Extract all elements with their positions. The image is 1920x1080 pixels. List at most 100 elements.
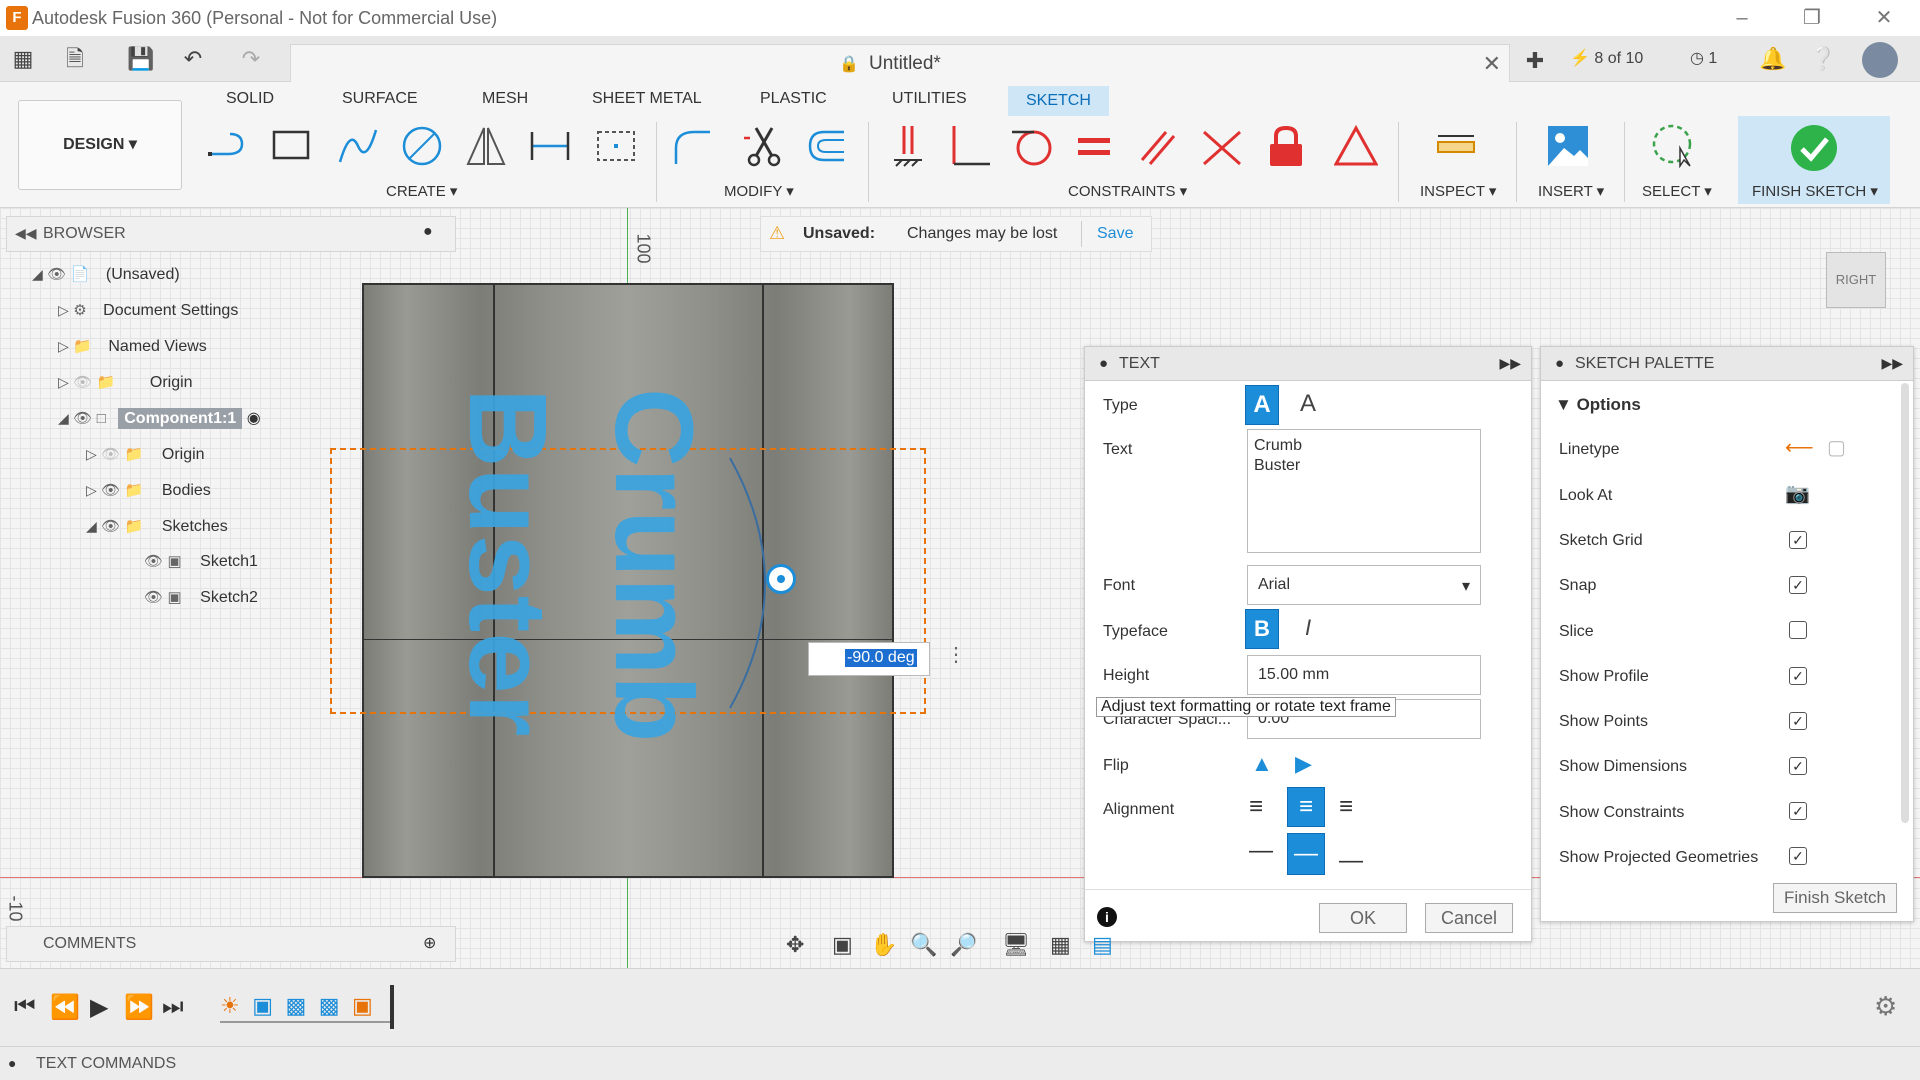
eye-icon[interactable]: 👁 [101,482,120,499]
height-input[interactable]: 15.00 mm [1247,655,1481,695]
redo-icon[interactable]: ↷ [236,44,266,74]
save-link[interactable]: Save [1097,225,1133,243]
expand-icon[interactable]: ▷ [58,338,69,354]
viewports-icon[interactable]: ▤ [1092,932,1113,958]
show-projected-geometries-checkbox[interactable]: ✓ [1789,847,1807,865]
options-section[interactable]: ▼ Options [1555,395,1641,415]
create-group-label[interactable]: CREATE ▾ [386,182,457,200]
look-at-icon[interactable]: 📷 [1785,481,1810,506]
pan-hand-icon[interactable]: ✋ [870,932,897,958]
extrude-feature-icon[interactable]: ▩ [285,993,306,1018]
coincident-constraint-icon[interactable] [1200,124,1244,168]
tab-surface[interactable]: SURFACE [342,90,418,108]
tab-mesh[interactable]: MESH [482,90,528,108]
eye-icon[interactable]: 👁 [47,266,66,283]
perpendicular-constraint-icon[interactable] [948,124,992,168]
inspect-group-label[interactable]: INSPECT ▾ [1420,182,1496,200]
settings-gear-icon[interactable]: ⚙ [1874,991,1897,1022]
sketch-palette-header[interactable]: ● SKETCH PALETTE ▶▶ [1541,347,1913,381]
origin-feature-icon[interactable]: ☀ [220,993,240,1018]
finish-sketch-button[interactable]: FINISH SKETCH ▾ [1738,116,1890,204]
timeline-track[interactable]: ☀ ▣ ▩ ▩ ▣ [220,993,390,1023]
go-to-start-icon[interactable]: ⏮ [14,993,36,1021]
close-button[interactable]: ✕ [1864,4,1904,32]
rotate-handle-icon[interactable] [766,564,796,594]
slice-checkbox[interactable] [1789,621,1807,639]
sketch-grid-checkbox[interactable]: ✓ [1789,531,1807,549]
line-tool-icon[interactable] [206,124,250,168]
more-options-icon[interactable]: ⋮ [946,642,966,667]
show-points-checkbox[interactable]: ✓ [1789,712,1807,730]
offset-tool-icon[interactable] [804,124,848,168]
insert-group-label[interactable]: INSERT ▾ [1538,182,1604,200]
equal-constraint-icon[interactable] [1072,124,1116,168]
notification-bell-icon[interactable]: 🔔 [1758,44,1788,74]
tree-row-origin[interactable]: ▷ 👁 📁 Origin [58,364,193,400]
measure-tool-icon[interactable] [1434,124,1478,168]
tree-row-sketch1[interactable]: 👁 ▣ Sketch1 [144,544,258,580]
history-status[interactable]: ◷ 1 [1690,48,1717,68]
angle-input[interactable]: -90.0 deg [845,649,917,667]
minimize-dialog-icon[interactable]: ● [1099,355,1108,372]
tree-row-sketch2[interactable]: 👁 ▣ Sketch2 [144,580,258,616]
align-right-icon[interactable]: ≡ [1339,793,1353,821]
show-dimensions-checkbox[interactable]: ✓ [1789,757,1807,775]
collapse-icon[interactable]: ◢ [86,518,97,534]
minimize-button[interactable]: – [1722,4,1762,32]
tree-row-sketches[interactable]: ◢ 👁 📁 Sketches [86,508,228,544]
avatar[interactable] [1862,42,1898,78]
rectangle-tool-icon[interactable] [270,124,314,168]
zoom-icon[interactable]: 🔍 [910,932,937,958]
restore-button[interactable]: ❐ [1792,4,1832,32]
document-tab[interactable]: 🔒 Untitled* ✕ [290,44,1510,82]
align-middle-icon[interactable]: — [1287,833,1325,875]
bold-icon[interactable]: B [1245,609,1279,649]
align-top-icon[interactable]: — [1249,837,1273,865]
show-profile-checkbox[interactable]: ✓ [1789,667,1807,685]
sketch2-feature-icon[interactable]: ▣ [352,993,373,1018]
workspace-switcher-button[interactable]: DESIGN ▾ [18,100,182,190]
timeline-marker[interactable] [390,985,394,1029]
finish-sketch-palette-button[interactable]: Finish Sketch [1773,883,1897,913]
display-settings-icon[interactable]: 🖥 [1002,932,1030,958]
constraints-group-label[interactable]: CONSTRAINTS ▾ [1068,182,1187,200]
parallel-constraint-icon[interactable] [1136,124,1180,168]
look-at-nav-icon[interactable]: ▣ [832,932,853,958]
modify-group-label[interactable]: MODIFY ▾ [724,182,794,200]
tree-row-named-views[interactable]: ▷ 📁 Named Views [58,328,207,364]
save-icon[interactable]: 💾 [126,44,156,74]
step-forward-icon[interactable]: ⏩ [124,993,154,1022]
minimize-palette-icon[interactable]: ● [1555,355,1564,372]
new-tab-icon[interactable]: ✚ [1520,46,1550,76]
collapse-panel-icon[interactable]: ◀◀ [15,225,37,242]
add-comment-icon[interactable]: ⊕ [423,933,436,953]
italic-icon[interactable]: I [1291,609,1325,649]
select-group-label[interactable]: SELECT ▾ [1642,182,1712,200]
tree-row-origin-sub[interactable]: ▷ 👁 📁 Origin [86,436,205,472]
go-to-end-icon[interactable]: ⏭ [162,993,184,1021]
mirror-tool-icon[interactable] [464,124,508,168]
font-select[interactable]: Arial ▾ [1247,565,1481,605]
tab-solid[interactable]: SOLID [226,90,274,108]
centerline-icon[interactable]: ▢ [1827,435,1846,460]
text-type-icon[interactable]: A [1245,385,1279,425]
expand-icon[interactable]: ▷ [58,374,69,390]
select-tool-icon[interactable] [1652,124,1696,168]
help-icon[interactable]: ❔ [1808,44,1838,74]
text-on-path-icon[interactable]: A [1291,385,1325,425]
collapse-icon[interactable]: ◢ [58,410,69,426]
orbit-icon[interactable]: ✥ [786,932,804,958]
file-menu-icon[interactable]: 🗎 [60,44,90,74]
extrude-feature-icon-2[interactable]: ▩ [319,993,340,1018]
expand-icon[interactable]: ▷ [58,302,69,318]
grid-settings-icon[interactable]: ▦ [1050,932,1071,958]
expand-dialog-icon[interactable]: ▶▶ [1499,355,1521,372]
view-cube[interactable]: RIGHT [1826,252,1886,308]
sketch-text-line1[interactable]: Crumb [592,388,715,742]
spline-tool-icon[interactable] [336,124,380,168]
info-icon[interactable]: i [1097,907,1117,927]
text-dialog-header[interactable]: ● TEXT ▶▶ [1085,347,1531,381]
tab-sheet-metal[interactable]: SHEET METAL [592,90,702,108]
palette-scrollbar[interactable] [1901,383,1909,823]
data-panel-icon[interactable]: ▦ [8,44,38,74]
